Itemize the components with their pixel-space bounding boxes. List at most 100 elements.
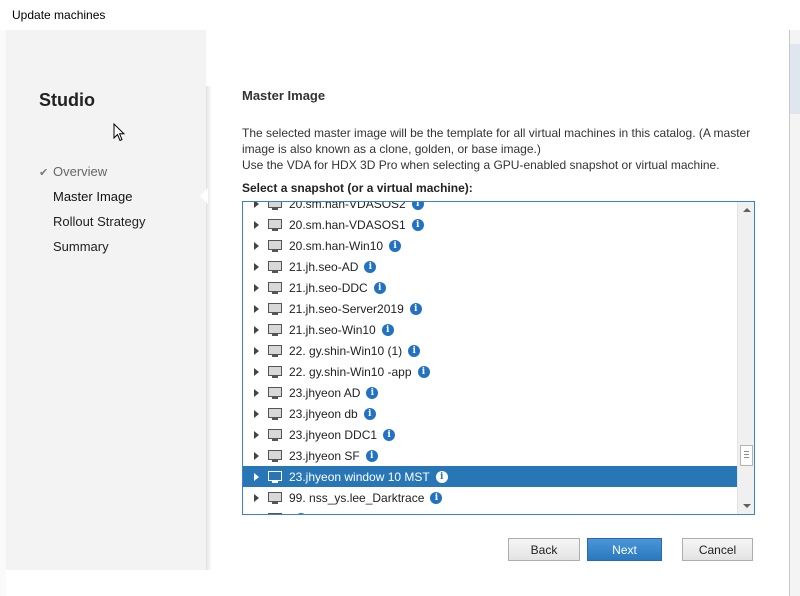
step-label: Summary bbox=[53, 239, 109, 254]
background-header-bar bbox=[790, 44, 800, 114]
expand-arrow-icon[interactable] bbox=[254, 325, 259, 334]
tree-item[interactable]: 20.sm.han-VDASOS2 i bbox=[243, 201, 737, 214]
info-icon[interactable]: i bbox=[373, 281, 386, 294]
step-summary[interactable]: Summary bbox=[39, 238, 146, 263]
tree-item[interactable]: 99. nss_ys.lee_Darktrace i bbox=[243, 487, 737, 508]
virtual-machine-icon bbox=[267, 449, 283, 463]
tree-item[interactable]: 23.jhyeon window 10 MST i bbox=[243, 466, 737, 487]
step-master-image[interactable]: Master Image bbox=[39, 188, 146, 213]
info-icon[interactable]: i bbox=[381, 323, 394, 336]
tree-item[interactable]: 23.jhyeon DDC1 i bbox=[243, 424, 737, 445]
expand-arrow-icon[interactable] bbox=[254, 283, 259, 292]
background-window-right-edge bbox=[789, 30, 800, 596]
expand-arrow-icon[interactable] bbox=[254, 388, 259, 397]
expand-arrow-icon[interactable] bbox=[254, 367, 259, 376]
expand-arrow-icon[interactable] bbox=[254, 241, 259, 250]
tree-item[interactable]: 22. gy.shin-Win10 (1) i bbox=[243, 340, 737, 361]
virtual-machine-icon bbox=[267, 202, 283, 211]
step-rollout-strategy[interactable]: Rollout Strategy bbox=[39, 213, 146, 238]
virtual-machine-icon bbox=[267, 260, 283, 274]
page-title: Master Image bbox=[242, 88, 326, 103]
tree-item-label: 21.jh.seo-Win10 bbox=[289, 322, 376, 337]
tree-item[interactable]: 21.jh.seo-DDC i bbox=[243, 277, 737, 298]
expand-arrow-icon[interactable] bbox=[254, 451, 259, 460]
snapshot-tree[interactable]: 20.sm.han-VDASOS2 i 20.sm.han-VDASOS1 i 20.s… bbox=[242, 201, 755, 515]
virtual-machine-icon bbox=[267, 428, 283, 442]
virtual-machine-icon bbox=[267, 365, 283, 379]
step-label: Rollout Strategy bbox=[53, 214, 146, 229]
scroll-down-button[interactable] bbox=[738, 497, 754, 514]
description-line: The selected master image will be the te… bbox=[242, 126, 751, 156]
tree-item[interactable]: 23.jhyeon SF i bbox=[243, 445, 737, 466]
virtual-machine-icon bbox=[267, 470, 283, 484]
back-button[interactable]: Back bbox=[508, 538, 580, 561]
virtual-machine-icon bbox=[267, 407, 283, 421]
expand-arrow-icon[interactable] bbox=[254, 430, 259, 439]
step-label: Master Image bbox=[53, 189, 133, 204]
tree-item-label: 21.jh.seo-DDC bbox=[289, 280, 368, 295]
tree-item-label: 20.sm.han-VDASOS1 bbox=[289, 217, 406, 232]
expand-arrow-icon[interactable] bbox=[254, 262, 259, 271]
info-icon[interactable]: i bbox=[411, 218, 424, 231]
tree-item[interactable]: 21.jh.seo-AD i bbox=[243, 256, 737, 277]
expand-arrow-icon[interactable] bbox=[254, 220, 259, 229]
info-icon[interactable]: i bbox=[411, 202, 424, 210]
chevron-up-icon bbox=[743, 208, 751, 212]
tree-item-label: 20.sm.han-Win10 bbox=[289, 238, 384, 253]
window-titlebar: Update machines bbox=[0, 0, 800, 31]
tree-item[interactable]: 21.jh.seo-Win10 i bbox=[243, 319, 737, 340]
info-icon[interactable]: i bbox=[430, 491, 443, 504]
tree-item-label: 23.jhyeon SF bbox=[289, 448, 360, 463]
scroll-up-button[interactable] bbox=[738, 202, 754, 219]
tree-item-label: 22. gy.shin-Win10 (1) bbox=[289, 343, 403, 358]
step-label: Overview bbox=[53, 164, 108, 179]
info-icon[interactable]: i bbox=[408, 344, 421, 357]
tree-item[interactable]: 20.sm.han-VDASOS1 i bbox=[243, 214, 737, 235]
expand-arrow-icon[interactable] bbox=[254, 472, 259, 481]
check-icon: ✔ bbox=[39, 167, 49, 179]
tree-item-label: 99. nss_ys.lee_Darktrace bbox=[289, 490, 425, 505]
virtual-machine-icon bbox=[267, 218, 283, 232]
tree-scrollbar[interactable] bbox=[737, 202, 754, 514]
expand-arrow-icon[interactable] bbox=[254, 346, 259, 355]
tree-item-label: 21.jh.seo-AD bbox=[289, 259, 359, 274]
expand-arrow-icon[interactable] bbox=[254, 304, 259, 313]
tree-item[interactable]: 22. gy.shin-Win10 -app i bbox=[243, 361, 737, 382]
update-machines-dialog: Studio ✔ Overview Master Image Rollout St… bbox=[6, 30, 789, 596]
info-icon[interactable]: i bbox=[365, 449, 378, 462]
tree-item[interactable]: i bbox=[243, 508, 737, 516]
cancel-button[interactable]: Cancel bbox=[682, 538, 753, 561]
page-description: The selected master image will be the te… bbox=[242, 125, 762, 173]
info-icon[interactable]: i bbox=[417, 365, 430, 378]
virtual-machine-icon bbox=[267, 386, 283, 400]
tree-item[interactable]: 20.sm.han-Win10 i bbox=[243, 235, 737, 256]
tree-item-label: 21.jh.seo-Server2019 bbox=[289, 301, 404, 316]
info-icon[interactable]: i bbox=[435, 470, 448, 483]
tree-item-label: 20.sm.han-VDASOS2 bbox=[289, 201, 406, 211]
virtual-machine-icon bbox=[267, 281, 283, 295]
info-icon[interactable]: i bbox=[389, 239, 402, 252]
info-icon[interactable]: i bbox=[383, 428, 396, 441]
tree-item[interactable]: 21.jh.seo-Server2019 i bbox=[243, 298, 737, 319]
info-icon[interactable]: i bbox=[363, 407, 376, 420]
snapshot-select-label: Select a snapshot (or a virtual machine)… bbox=[242, 181, 473, 195]
sidebar-brand: Studio bbox=[39, 90, 95, 110]
info-icon[interactable]: i bbox=[295, 512, 307, 514]
info-icon[interactable]: i bbox=[364, 260, 377, 273]
tree-item[interactable]: 23.jhyeon AD i bbox=[243, 382, 737, 403]
tree-item-label: 23.jhyeon window 10 MST bbox=[289, 469, 430, 484]
scroll-thumb[interactable] bbox=[740, 445, 753, 466]
expand-arrow-icon[interactable] bbox=[254, 493, 259, 502]
info-icon[interactable]: i bbox=[409, 302, 422, 315]
expand-arrow-icon[interactable] bbox=[254, 409, 259, 418]
tree-item-label: 22. gy.shin-Win10 -app bbox=[289, 364, 412, 379]
grip-line bbox=[744, 457, 749, 458]
info-icon[interactable]: i bbox=[366, 386, 379, 399]
expand-arrow-icon[interactable] bbox=[254, 515, 259, 516]
step-overview[interactable]: ✔ Overview bbox=[39, 163, 146, 188]
expand-arrow-icon[interactable] bbox=[254, 202, 259, 208]
tree-item[interactable]: 23.jhyeon db i bbox=[243, 403, 737, 424]
wizard-steps: ✔ Overview Master Image Rollout Strategy … bbox=[39, 163, 146, 263]
next-button[interactable]: Next bbox=[587, 538, 662, 561]
virtual-machine-icon bbox=[267, 491, 283, 505]
